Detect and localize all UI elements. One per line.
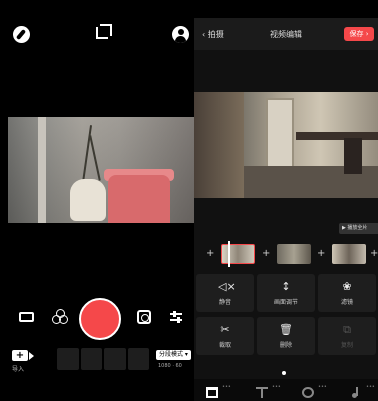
clip-slot xyxy=(104,348,126,370)
editor-panel: ‹ 拍摄 视频编辑 保存 › ▶ 播放全片 + + + + ◁× 静音 ↕ 画面… xyxy=(194,18,378,401)
clips-icon xyxy=(206,387,218,398)
timeline: + + + + xyxy=(194,241,378,267)
preview-stool xyxy=(108,175,170,223)
import-video-icon: + xyxy=(12,350,34,361)
tab-sticker[interactable]: ••• xyxy=(302,383,327,399)
filter-button[interactable]: ❀ 滤镜 xyxy=(318,274,376,312)
text-icon xyxy=(256,387,268,398)
preview-pot xyxy=(70,179,106,221)
add-clip-icon[interactable]: + xyxy=(262,249,270,259)
compass-icon[interactable] xyxy=(13,26,30,43)
camera-preview xyxy=(8,117,194,223)
adjust-button[interactable]: ↕ 画面调节 xyxy=(257,274,315,312)
add-clip-icon[interactable]: + xyxy=(206,249,214,259)
profile-icon[interactable] xyxy=(172,26,189,43)
editor-header: ‹ 拍摄 视频编辑 保存 › xyxy=(194,18,378,50)
preview-pipe xyxy=(38,117,46,223)
camera-panel: + 导入 分段模式 ▾ 1080 · 60 xyxy=(0,0,194,401)
preview-table xyxy=(296,132,378,140)
back-button[interactable]: ‹ 拍摄 xyxy=(202,29,224,40)
editor-preview xyxy=(194,92,378,198)
delete-button[interactable]: 🗑 删除 xyxy=(257,317,315,355)
editor-tab-bar: ••• ••• ••• ••• xyxy=(194,379,378,401)
timeline-clip[interactable] xyxy=(277,244,311,264)
preview-chair xyxy=(344,138,362,174)
flip-camera-icon[interactable] xyxy=(137,310,151,324)
filter-icon: ❀ xyxy=(342,280,352,293)
play-full-button[interactable]: ▶ 播放全片 xyxy=(339,223,378,234)
scissors-icon: ✂ xyxy=(220,323,230,336)
resolution-label: 1080 · 60 xyxy=(158,363,182,369)
aspect-ratio-icon[interactable] xyxy=(19,312,34,322)
copy-button[interactable]: ⧉ 复制 xyxy=(318,317,376,355)
add-clip-icon[interactable]: + xyxy=(317,249,325,259)
import-label: 导入 xyxy=(12,366,25,373)
playhead[interactable] xyxy=(228,241,230,267)
tab-clips[interactable]: ••• xyxy=(206,383,231,399)
tab-music[interactable]: ••• xyxy=(350,383,375,399)
mute-button[interactable]: ◁× 静音 xyxy=(196,274,254,312)
camera-bottom-bar: + 导入 分段模式 ▾ 1080 · 60 xyxy=(0,348,194,378)
camera-top-bar xyxy=(0,24,194,46)
clip-slot xyxy=(80,348,102,370)
filter-icon[interactable] xyxy=(52,309,68,325)
clip-slots xyxy=(57,348,149,370)
import-button[interactable]: + 导入 xyxy=(12,350,38,374)
trash-icon: 🗑 xyxy=(279,323,293,336)
preview-door xyxy=(266,98,294,168)
save-button[interactable]: 保存 › xyxy=(344,27,374,41)
crop-icon[interactable] xyxy=(96,24,112,39)
record-button[interactable] xyxy=(79,298,121,340)
timeline-clip[interactable] xyxy=(332,244,366,264)
copy-icon: ⧉ xyxy=(343,323,351,336)
adjust-icon: ↕ xyxy=(281,280,291,293)
sticker-icon xyxy=(302,387,314,398)
clip-slot xyxy=(127,348,149,370)
trim-button[interactable]: ✂ 裁取 xyxy=(196,317,254,355)
mute-icon: ◁× xyxy=(218,280,236,293)
page-indicator xyxy=(282,371,286,375)
music-icon xyxy=(350,387,362,398)
camera-controls xyxy=(0,298,194,340)
mode-dropdown[interactable]: 分段模式 ▾ xyxy=(156,350,191,360)
timeline-clip[interactable] xyxy=(221,244,255,264)
settings-icon[interactable] xyxy=(170,311,182,323)
clip-slot xyxy=(57,348,79,370)
tab-text[interactable]: ••• xyxy=(256,383,281,399)
add-clip-icon[interactable]: + xyxy=(370,249,378,259)
